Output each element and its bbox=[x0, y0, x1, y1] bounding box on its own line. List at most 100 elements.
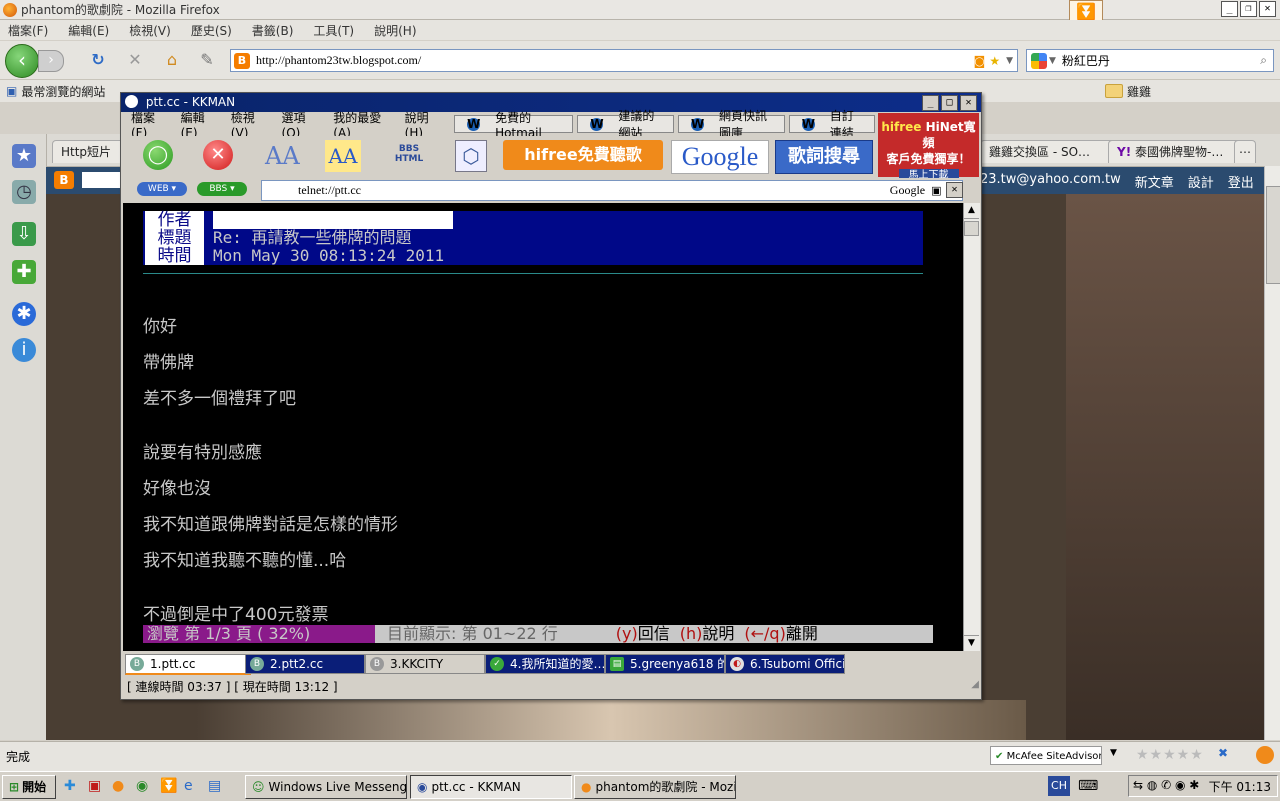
blogger-logo-icon[interactable]: B bbox=[54, 171, 74, 189]
search-bar[interactable]: ▼ 粉紅巴丹 ⌕ bbox=[1026, 49, 1274, 72]
session-tab-ptt[interactable]: B 1.ptt.cc bbox=[125, 654, 251, 675]
scroll-down-icon[interactable]: ▼ bbox=[964, 635, 979, 651]
design-link[interactable]: 設計 bbox=[1188, 172, 1214, 191]
link-suggested-sites[interactable]: W 建議的網站 bbox=[577, 109, 674, 140]
taskbar-kkman[interactable]: ◉ ptt.cc - KKMAN bbox=[410, 775, 572, 799]
gear-icon[interactable]: ✱ bbox=[12, 302, 36, 326]
blog-search-input[interactable] bbox=[82, 172, 122, 188]
font-color-icon[interactable]: AA bbox=[325, 140, 361, 172]
search-icon[interactable]: ⌕ bbox=[1260, 53, 1267, 68]
url-dropdown-icon[interactable]: ▼ bbox=[1006, 56, 1013, 66]
star-icon[interactable]: ★ bbox=[12, 144, 36, 168]
help-command[interactable]: 說明 bbox=[702, 625, 734, 643]
hifree-music-button[interactable]: hifree免費聽歌 bbox=[503, 140, 663, 170]
menu-help[interactable]: 說明(H) bbox=[374, 22, 416, 39]
kkman-address-bar[interactable]: telnet://ptt.cc Google ▣ ▼ bbox=[261, 180, 963, 201]
home-icon[interactable]: ⌂ bbox=[162, 50, 182, 70]
extension-icon[interactable]: ✖ bbox=[1218, 746, 1228, 760]
kkman-close-icon[interactable]: ✕ bbox=[960, 95, 977, 111]
start-button[interactable]: ⊞ 開始 bbox=[2, 775, 56, 799]
quicklaunch-download-icon[interactable]: ⏬ bbox=[160, 778, 177, 794]
tab-thai-amulets[interactable]: Y! 泰國佛牌聖物-… bbox=[1108, 140, 1251, 163]
bookmark-star-icon[interactable]: ★ bbox=[989, 54, 1000, 68]
addons-puzzle-icon[interactable]: ✚ bbox=[12, 260, 36, 284]
resize-grip-icon[interactable]: ◢ bbox=[971, 674, 979, 696]
menu-history[interactable]: 歷史(S) bbox=[191, 22, 232, 39]
google-engine-icon[interactable] bbox=[1031, 52, 1047, 69]
connect-icon[interactable]: ◯ bbox=[143, 140, 173, 170]
menu-view[interactable]: 檢視(V) bbox=[129, 22, 171, 39]
history-clock-icon[interactable]: ◷ bbox=[12, 180, 36, 204]
lyrics-search-button[interactable]: 歌詞搜尋 bbox=[775, 140, 873, 174]
menu-tools[interactable]: 工具(T) bbox=[313, 22, 354, 39]
kk-menu-view[interactable]: 檢視(V) bbox=[231, 109, 267, 140]
kk-menu-options[interactable]: 選項(O) bbox=[282, 109, 319, 140]
forward-button[interactable]: › bbox=[38, 50, 64, 72]
kk-menu-favorites[interactable]: 我的最愛(A) bbox=[333, 109, 389, 140]
session-tab-web-4[interactable]: ✓ 4.我所知道的愛… bbox=[485, 654, 605, 674]
scroll-up-icon[interactable]: ▲ bbox=[964, 203, 979, 219]
quicklaunch-messenger-icon[interactable]: ✚ bbox=[64, 778, 76, 794]
quicklaunch-app-icon[interactable]: ▣ bbox=[88, 778, 101, 794]
google-search-button[interactable]: Google bbox=[671, 140, 769, 174]
session-tab-web-5[interactable]: ▤ 5.greenya618 的… bbox=[605, 654, 725, 674]
menu-file[interactable]: 檔案(F) bbox=[8, 22, 48, 39]
leave-command[interactable]: 離開 bbox=[786, 625, 818, 643]
rating-stars-icon[interactable]: ★★★★★ bbox=[1136, 747, 1204, 763]
reload-icon[interactable]: ↻ bbox=[88, 50, 108, 70]
tab-chicken-exchange[interactable]: 雞雞交換區 - SO… bbox=[980, 140, 1123, 163]
cube-icon[interactable]: ⬡ bbox=[455, 140, 487, 172]
kkman-maximize-icon[interactable]: □ bbox=[941, 95, 958, 111]
disconnect-icon[interactable]: ✕ bbox=[203, 140, 233, 170]
wrench-icon[interactable]: ✎ bbox=[197, 50, 217, 70]
scroll-thumb[interactable] bbox=[964, 221, 979, 236]
bbs-mode-button[interactable]: BBS ▾ bbox=[197, 182, 247, 196]
url-bar[interactable]: B http://phantom23tw.blogspot.com/ ◙ ★ ▼ bbox=[230, 49, 1018, 72]
tray-icons[interactable]: ⇆ ◍ ✆ ◉ ✱ bbox=[1133, 778, 1199, 792]
tab-short-video[interactable]: Http短片 bbox=[52, 140, 130, 163]
rss-icon[interactable]: ◙ bbox=[974, 54, 986, 68]
taskbar-firefox[interactable]: ● phantom的歌劇院 - Mozi… bbox=[574, 775, 736, 799]
tab-list-button[interactable]: ⋯ bbox=[1234, 140, 1256, 163]
mcafee-siteadvisor-button[interactable]: ✔ McAfee SiteAdvisor bbox=[990, 746, 1102, 765]
keyboard-icon[interactable]: ⌨ bbox=[1078, 778, 1098, 794]
bbs-terminal[interactable]: 作者 標題 時間 Re: 再請教一些佛牌的問題 Mon May 30 08:13… bbox=[123, 203, 963, 651]
font-size-icon[interactable]: AA bbox=[265, 140, 300, 172]
session-tab-ptt2[interactable]: B 2.ptt2.cc bbox=[245, 654, 365, 674]
taskbar-messenger[interactable]: ☺ Windows Live Messenger bbox=[245, 775, 407, 799]
kk-menu-help[interactable]: 說明(H) bbox=[405, 109, 441, 140]
stop-icon[interactable]: ✕ bbox=[125, 50, 145, 70]
kkman-address-input[interactable]: telnet://ptt.cc bbox=[298, 183, 890, 198]
page-scrollbar[interactable] bbox=[1264, 166, 1280, 740]
link-custom-links[interactable]: W 自訂連結 bbox=[788, 109, 875, 140]
back-button[interactable]: ‹ bbox=[5, 44, 39, 78]
menu-edit[interactable]: 編輯(E) bbox=[68, 22, 109, 39]
minimize-icon[interactable]: _ bbox=[1221, 1, 1238, 17]
session-tab-kkcity[interactable]: B 3.KKCITY bbox=[365, 654, 485, 674]
ime-indicator[interactable]: CH bbox=[1048, 776, 1070, 796]
quicklaunch-ie-icon[interactable]: e bbox=[184, 778, 193, 794]
close-icon[interactable]: ✕ bbox=[1259, 1, 1276, 17]
kk-menu-edit[interactable]: 編輯(E) bbox=[181, 109, 216, 140]
kk-menu-file[interactable]: 檔案(F) bbox=[131, 109, 166, 140]
menu-bookmarks[interactable]: 書籤(B) bbox=[252, 22, 294, 39]
bbs-to-html-icon[interactable]: BBS HTML bbox=[389, 140, 429, 172]
scroll-thumb[interactable] bbox=[1266, 186, 1280, 284]
sign-out-link[interactable]: 登出 bbox=[1228, 172, 1254, 191]
download-icon[interactable]: ⇩ bbox=[12, 222, 36, 246]
quicklaunch-chrome-icon[interactable]: ◉ bbox=[136, 778, 148, 794]
link-hotmail[interactable]: W 免費的 Hotmail bbox=[454, 111, 574, 140]
bookmark-most-visited[interactable]: ▣ 最常瀏覽的網站 bbox=[6, 83, 105, 100]
engine-dropdown-icon[interactable]: ▼ bbox=[1049, 56, 1056, 66]
address-close-icon[interactable]: ✕ bbox=[946, 182, 963, 198]
kkman-search-engine[interactable]: Google bbox=[890, 183, 925, 198]
web-mode-button[interactable]: WEB ▾ bbox=[137, 182, 187, 196]
quicklaunch-firefox-icon[interactable]: ● bbox=[112, 778, 124, 794]
kkman-minimize-icon[interactable]: _ bbox=[922, 95, 939, 111]
restore-icon[interactable]: ❐ bbox=[1240, 1, 1257, 17]
mcafee-dropdown-icon[interactable]: ▼ bbox=[1110, 748, 1117, 758]
quicklaunch-desktop-icon[interactable]: ▤ bbox=[208, 778, 221, 794]
new-post-link[interactable]: 新文章 bbox=[1135, 172, 1174, 191]
session-tab-web-6[interactable]: ◐ 6.Tsubomi Officia… bbox=[725, 654, 845, 674]
info-icon[interactable]: i bbox=[12, 338, 36, 362]
